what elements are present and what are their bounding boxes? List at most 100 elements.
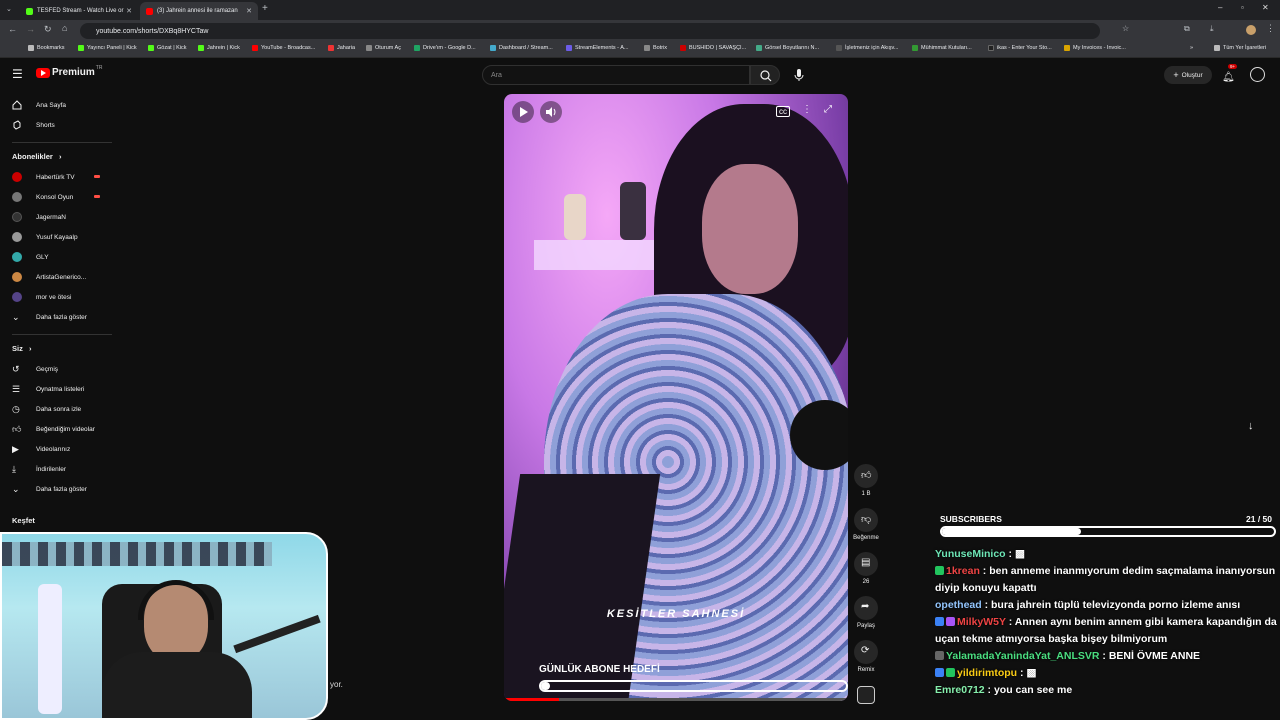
like-button[interactable]: 👍︎: [854, 464, 878, 488]
more-options-icon[interactable]: ⋮: [802, 104, 812, 115]
sidebar-item-shorts[interactable]: Shorts: [0, 116, 120, 134]
youtube-logo[interactable]: Premium TR: [36, 65, 102, 78]
home-icon[interactable]: ⌂: [62, 23, 67, 33]
remix-button[interactable]: ⟳: [854, 640, 878, 664]
sidebar-item-history[interactable]: ↺ Geçmiş: [0, 360, 120, 378]
shelf: [534, 240, 674, 270]
bookmark-item[interactable]: Gözat | Kick: [148, 45, 187, 51]
bookmark-item[interactable]: Görsel Boyutlarını N...: [756, 45, 819, 51]
bookmark-item[interactable]: Mühimmat Kutuları...: [912, 45, 972, 51]
sidebar-channel[interactable]: Yusuf Kayaalp: [0, 228, 120, 246]
comments-button[interactable]: ▤: [854, 552, 878, 576]
bookmark-item[interactable]: Drive'ım - Google D...: [414, 45, 476, 51]
plus-icon: +: [1173, 70, 1179, 80]
sidebar-channel[interactable]: JagermaN: [0, 208, 120, 226]
video-progress-bar[interactable]: [504, 698, 848, 701]
bookmark-item[interactable]: Oturum Aç: [366, 45, 401, 51]
close-tab-icon[interactable]: ✕: [246, 7, 252, 15]
chat-message: yildirimtopu : ▩: [932, 665, 1280, 682]
reload-icon[interactable]: ↻: [44, 24, 52, 35]
close-tab-icon[interactable]: ✕: [126, 7, 132, 15]
play-icon: [520, 107, 528, 117]
account-avatar[interactable]: [1250, 67, 1265, 82]
bookmark-item[interactable]: Yayıncı Paneli | Kick: [78, 45, 137, 51]
bookmark-item[interactable]: BUSHIDO | SAVAŞÇI...: [680, 45, 746, 51]
shorts-video-player[interactable]: cc ⋮ ⤢ KESİTLER SAHNESİ GÜNLÜK ABONE HED…: [504, 94, 848, 701]
notifications-button[interactable]: 🔔︎ 9+: [1222, 64, 1238, 85]
captions-icon[interactable]: cc: [776, 106, 790, 117]
hamburger-menu-icon[interactable]: ☰: [12, 67, 23, 81]
daily-goal-bar: [539, 680, 848, 692]
sidebar-item-watch-later[interactable]: ◷ Daha sonra izle: [0, 400, 120, 418]
sidebar-item-label: Shorts: [36, 121, 55, 129]
back-icon[interactable]: ←: [8, 24, 17, 34]
chat-username: MilkyW5Y: [957, 616, 1006, 628]
chat-text: BENİ ÖVME ANNE: [1108, 650, 1201, 662]
kick-icon: [78, 45, 84, 51]
subscribers-bar: [940, 526, 1276, 537]
you-heading[interactable]: Siz ›: [12, 344, 31, 353]
sidebar-channel[interactable]: Konsol Oyun: [0, 188, 120, 206]
forward-icon[interactable]: →: [26, 24, 35, 34]
chat-separator: :: [1005, 616, 1015, 628]
sidebar-item-downloads[interactable]: ⤓ İndirilenler: [0, 460, 120, 478]
new-tab-icon[interactable]: +: [262, 3, 268, 14]
chat-text: bura jahrein tüplü televizyonda porno iz…: [991, 599, 1241, 611]
sidebar-item-liked-videos[interactable]: 👍︎ Beğendiğim videolar: [0, 420, 120, 438]
bookmark-item[interactable]: My Invoices - Invoic...: [1064, 45, 1126, 51]
volume-button[interactable]: [540, 101, 562, 123]
subscriptions-heading[interactable]: Abonelikler ›: [12, 152, 61, 161]
browser-tab-active[interactable]: (3) Jahrein annesi ile ramazan ✕: [140, 2, 258, 20]
sidebar-channel[interactable]: Habertürk TV: [0, 168, 120, 186]
show-more-you[interactable]: ⌄ Daha fazla göster: [0, 480, 120, 498]
search-input[interactable]: Ara: [482, 65, 750, 85]
share-button[interactable]: ➦: [854, 596, 878, 620]
menu-kebab-icon[interactable]: ⋮: [1266, 23, 1275, 34]
download-icon[interactable]: ⤓: [1210, 24, 1214, 34]
address-toolbar: ← → ↻ ⌂ youtube.com/shorts/DXBq8HYCTaw ☆…: [0, 20, 1280, 42]
folder-icon: [1214, 45, 1220, 51]
like-count: 1 B: [861, 491, 871, 497]
sidebar-item-home[interactable]: Ana Sayfa: [0, 96, 120, 114]
person-face: [702, 164, 798, 294]
more-bookmarks-icon[interactable]: »: [1190, 45, 1193, 51]
dislike-button[interactable]: 👎︎: [854, 508, 878, 532]
maximize-icon[interactable]: ▫: [1241, 3, 1244, 12]
browser-tab[interactable]: TESFED Stream - Watch Live or ✕: [20, 2, 138, 20]
bookmark-item[interactable]: YouTube - Broadcas...: [252, 45, 315, 51]
voice-search-button[interactable]: [788, 64, 810, 86]
bookmark-item[interactable]: Botrix: [644, 45, 667, 51]
sidebar-channel[interactable]: ArtistaGenerico...: [0, 268, 120, 286]
search-button[interactable]: [750, 65, 780, 85]
url-field[interactable]: youtube.com/shorts/DXBq8HYCTaw: [80, 23, 1100, 39]
bookmark-item[interactable]: İşletmeniz için Akışv...: [836, 45, 898, 51]
bookmark-item[interactable]: StreamElements - A...: [566, 45, 629, 51]
sidebar-item-your-videos[interactable]: ▶ Videolarınız: [0, 440, 120, 458]
minimize-icon[interactable]: –: [1218, 3, 1222, 12]
tab-search-chevron[interactable]: ⌄: [6, 5, 12, 13]
show-more-subscriptions[interactable]: ⌄ Daha fazla göster: [0, 308, 120, 326]
bookmark-star-icon[interactable]: ☆: [1122, 24, 1129, 33]
channel-avatar: [12, 172, 22, 182]
next-video-arrow-icon[interactable]: ↓: [1248, 420, 1254, 432]
channel-thumbnail[interactable]: [857, 686, 875, 704]
microphone-icon: [794, 69, 804, 81]
play-button[interactable]: [512, 101, 534, 123]
sidebar-channel[interactable]: GLY: [0, 248, 120, 266]
bookmark-item[interactable]: ikas - Enter Your Sto...: [988, 45, 1052, 51]
thumbs-up-icon: 👍︎: [12, 424, 22, 434]
sidebar-channel[interactable]: mor ve ötesi: [0, 288, 120, 306]
extensions-icon[interactable]: ⧉: [1184, 24, 1190, 34]
bookmark-item[interactable]: Jahrein | Kick: [198, 45, 240, 51]
bookmark-item[interactable]: Dashboard / Stream...: [490, 45, 553, 51]
chat-message: YunuseMinico : ▩: [932, 546, 1280, 563]
bookmark-item[interactable]: Jaharia: [328, 45, 355, 51]
create-button[interactable]: + Oluştur: [1164, 66, 1212, 84]
playlist-icon: ☰: [12, 384, 21, 394]
fullscreen-icon[interactable]: ⤢: [824, 104, 832, 115]
all-bookmarks[interactable]: Tüm Yer İşaretleri: [1214, 45, 1266, 51]
sidebar-item-playlists[interactable]: ☰ Oynatma listeleri: [0, 380, 120, 398]
bookmark-item[interactable]: Bookmarks: [28, 45, 65, 51]
profile-avatar[interactable]: [1246, 25, 1256, 35]
window-close-icon[interactable]: ✕: [1262, 3, 1269, 12]
